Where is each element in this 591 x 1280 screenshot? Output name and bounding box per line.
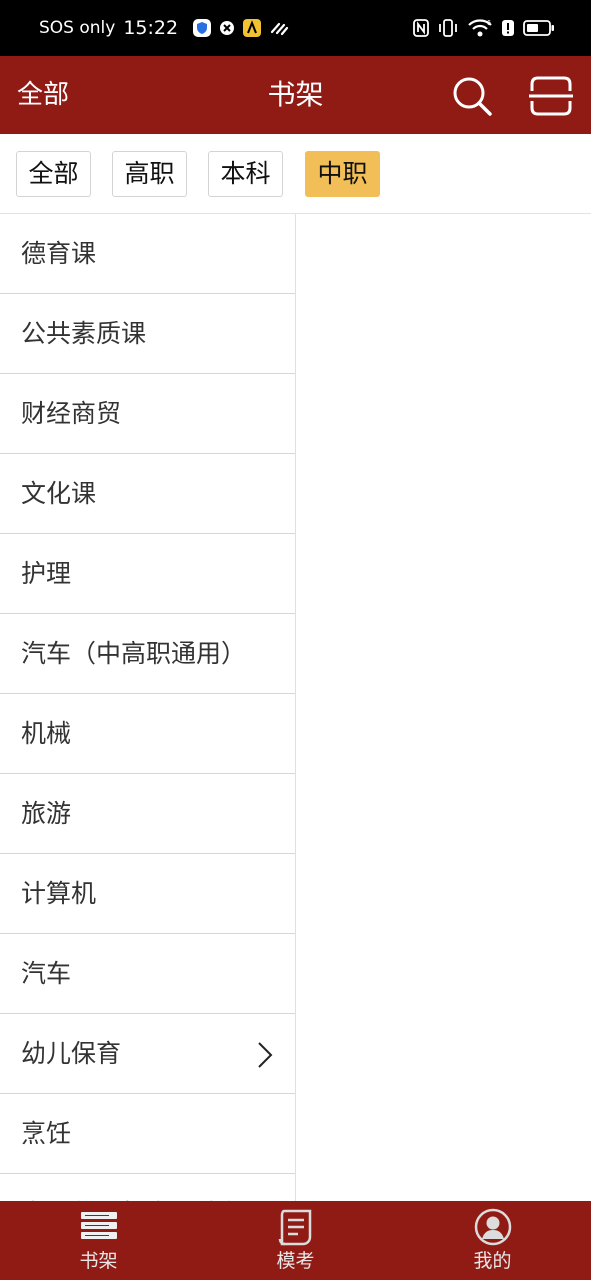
category-item[interactable]: 财经商贸 bbox=[0, 374, 295, 454]
category-list[interactable]: 德育课 公共素质课 财经商贸 文化课 护理 汽车（中高职通用） 机械 旅游 计算… bbox=[0, 214, 296, 1201]
scan-icon[interactable] bbox=[528, 75, 574, 117]
tab-label: 书架 bbox=[79, 1250, 118, 1272]
alert-icon bbox=[501, 19, 515, 37]
category-item[interactable]: 烹饪 bbox=[0, 1094, 295, 1174]
category-label: 财经商贸 bbox=[21, 399, 122, 428]
network-status: SOS only bbox=[39, 18, 116, 38]
profile-icon bbox=[473, 1207, 513, 1247]
category-item[interactable]: 计算机 bbox=[0, 854, 295, 934]
wifi-icon: 6 bbox=[467, 18, 493, 38]
category-label: 机械 bbox=[21, 719, 72, 748]
bottom-tab-bar: 书架 模考 我的 bbox=[0, 1201, 591, 1280]
category-label: 烹饪 bbox=[21, 1119, 72, 1148]
vibrate-icon bbox=[437, 19, 459, 37]
tab-bookshelf[interactable]: 书架 bbox=[0, 1201, 197, 1280]
category-item[interactable]: 机械 bbox=[0, 694, 295, 774]
category-item[interactable]: 公共素质课 bbox=[0, 294, 295, 374]
search-icon[interactable] bbox=[451, 75, 493, 117]
app-notification-icon bbox=[242, 18, 262, 38]
category-label: 汽车（中高职通用） bbox=[21, 639, 247, 668]
category-item[interactable]: 旅游 bbox=[0, 774, 295, 854]
category-item[interactable]: 德育课 bbox=[0, 214, 295, 294]
status-left: SOS only 15:22 bbox=[39, 17, 289, 39]
filter-chip-higher-vocational[interactable]: 高职 bbox=[112, 151, 187, 197]
category-item[interactable]: 汽车 bbox=[0, 934, 295, 1014]
category-label: 德育课 bbox=[21, 239, 97, 268]
category-label: 文化课 bbox=[21, 479, 97, 508]
nfc-icon bbox=[413, 19, 429, 37]
category-label: 公共素质课 bbox=[21, 319, 147, 348]
bookshelf-icon bbox=[79, 1207, 119, 1247]
category-label: 汽车 bbox=[21, 959, 72, 988]
category-item[interactable]: 自动化与机电一体化 bbox=[0, 1174, 295, 1201]
category-item[interactable]: 文化课 bbox=[0, 454, 295, 534]
shield-app-icon bbox=[192, 18, 212, 38]
level-filter-bar: 全部 高职 本科 中职 bbox=[0, 134, 591, 214]
filter-chip-secondary-vocational[interactable]: 中职 bbox=[305, 151, 380, 197]
tab-exam[interactable]: 模考 bbox=[197, 1201, 394, 1280]
filter-chip-undergraduate[interactable]: 本科 bbox=[208, 151, 283, 197]
category-label: 自动化与机电一体化 bbox=[21, 1174, 246, 1201]
tab-label: 模考 bbox=[276, 1250, 315, 1272]
category-label: 旅游 bbox=[21, 799, 72, 828]
all-books-button[interactable]: 全部 bbox=[17, 56, 69, 134]
category-label: 计算机 bbox=[21, 879, 97, 908]
category-label: 幼儿保育 bbox=[21, 1039, 122, 1068]
category-item[interactable]: 幼儿保育 bbox=[0, 1014, 295, 1094]
clock: 15:22 bbox=[123, 17, 179, 39]
category-label: 护理 bbox=[21, 559, 72, 588]
close-badge-icon bbox=[219, 20, 235, 36]
battery-icon bbox=[523, 19, 555, 37]
tab-label: 我的 bbox=[473, 1250, 512, 1272]
category-item[interactable]: 护理 bbox=[0, 534, 295, 614]
category-item[interactable]: 汽车（中高职通用） bbox=[0, 614, 295, 694]
page-title: 书架 bbox=[267, 78, 324, 111]
chevron-right-icon bbox=[257, 1041, 273, 1069]
book-content-pane bbox=[296, 214, 591, 1201]
status-right: 6 bbox=[413, 18, 555, 38]
tab-profile[interactable]: 我的 bbox=[394, 1201, 591, 1280]
wifi-badge: 6 bbox=[487, 20, 491, 27]
link-icon bbox=[269, 20, 289, 36]
app-header: 全部 书架 bbox=[0, 56, 591, 134]
notification-icons bbox=[192, 18, 289, 38]
exam-icon bbox=[276, 1207, 316, 1247]
status-bar: SOS only 15:22 6 bbox=[0, 0, 591, 56]
filter-chip-all[interactable]: 全部 bbox=[16, 151, 91, 197]
